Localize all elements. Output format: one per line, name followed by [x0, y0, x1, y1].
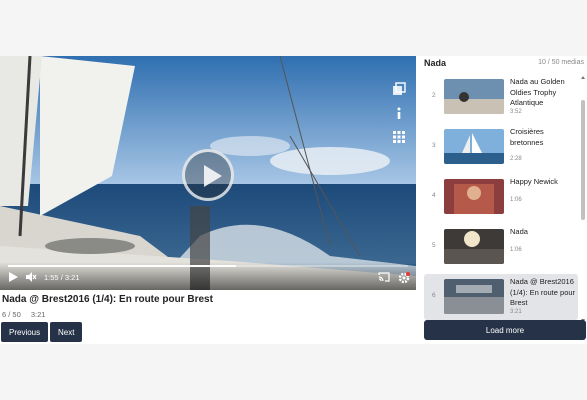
playlist-item-thumbnail[interactable]: [444, 229, 504, 264]
playlist-count: 10 / 50 medias: [538, 59, 584, 66]
previous-button[interactable]: Previous: [1, 322, 49, 342]
playlist-item-number: 3: [432, 142, 436, 149]
progress-fill: [8, 265, 236, 267]
mute-icon[interactable]: [26, 272, 37, 284]
playlist-item-title[interactable]: Nada au Golden Oldies Trophy Atlantique: [510, 77, 578, 109]
playlist-item-title[interactable]: Croisières bretonnes: [510, 127, 578, 148]
cast-icon[interactable]: [378, 272, 390, 284]
time-display: 1:55 / 3:21: [44, 273, 80, 282]
grid-icon[interactable]: [392, 130, 406, 144]
playlist-item-title[interactable]: Nada: [510, 227, 578, 238]
load-more-button[interactable]: Load more: [424, 320, 586, 340]
playlist-item-duration: 3:52: [510, 109, 522, 115]
video-meta: 6 / 50 3:21: [2, 310, 53, 319]
next-button[interactable]: Next: [50, 322, 83, 342]
playlist-item-number: 6: [432, 292, 436, 299]
playlist-list: 2 Nada au Golden Oldies Trophy Atlantique…: [424, 74, 578, 320]
playlist-item-thumbnail[interactable]: [444, 129, 504, 164]
settings-icon[interactable]: [398, 272, 410, 286]
video-player[interactable]: 1:55 / 3:21: [0, 56, 416, 290]
progress-bar[interactable]: [8, 265, 408, 267]
video-title: Nada @ Brest2016 (1/4): En route pour Br…: [2, 294, 213, 305]
playlist-item-number: 4: [432, 192, 436, 199]
playlist-item[interactable]: 2 Nada au Golden Oldies Trophy Atlantique…: [424, 74, 578, 120]
playlist-item-thumbnail[interactable]: [444, 179, 504, 214]
playlist-item[interactable]: 3 Croisières bretonnes 2:28: [424, 124, 578, 170]
video-position: 6 / 50: [2, 310, 21, 319]
big-play-button[interactable]: [182, 149, 234, 201]
play-icon[interactable]: [9, 272, 18, 284]
video-controls: 1:55 / 3:21: [0, 262, 416, 290]
copy-icon[interactable]: [392, 82, 406, 96]
playlist-item-thumbnail[interactable]: [444, 279, 504, 314]
playlist-item-duration: 3:21: [510, 309, 522, 315]
time-separator: /: [60, 273, 63, 282]
scrollbar-thumb[interactable]: [581, 100, 585, 220]
playlist-item-number: 5: [432, 242, 436, 249]
playlist-header: Nada 10 / 50 medias: [424, 58, 584, 72]
playlist-scrollbar[interactable]: [580, 74, 586, 324]
playlist-item-thumbnail[interactable]: [444, 79, 504, 114]
playlist-item[interactable]: 5 Nada 1:06: [424, 224, 578, 270]
playlist-name: Nada: [424, 58, 447, 68]
playlist-item-title[interactable]: Nada @ Brest2016 (1/4): En route pour Br…: [510, 277, 578, 309]
video-side-icons: [392, 82, 408, 154]
playlist-item-number: 2: [432, 92, 436, 99]
video-duration: 3:21: [30, 310, 46, 319]
playlist-item-duration: 1:06: [510, 197, 522, 203]
playlist-item-duration: 2:28: [510, 156, 522, 162]
total-duration: 3:21: [64, 273, 80, 282]
info-icon[interactable]: [392, 106, 406, 120]
playlist-item[interactable]: 6 Nada @ Brest2016 (1/4): En route pour B…: [424, 274, 578, 320]
playlist-item-duration: 1:06: [510, 247, 522, 253]
media-player-panel: 1:55 / 3:21 Nada @ Brest2016 (1/4): En r…: [0, 56, 587, 344]
current-time: 1:55: [44, 273, 59, 282]
playlist-item[interactable]: 4 Happy Newick 1:06: [424, 174, 578, 220]
playlist-item-title[interactable]: Happy Newick: [510, 177, 578, 188]
